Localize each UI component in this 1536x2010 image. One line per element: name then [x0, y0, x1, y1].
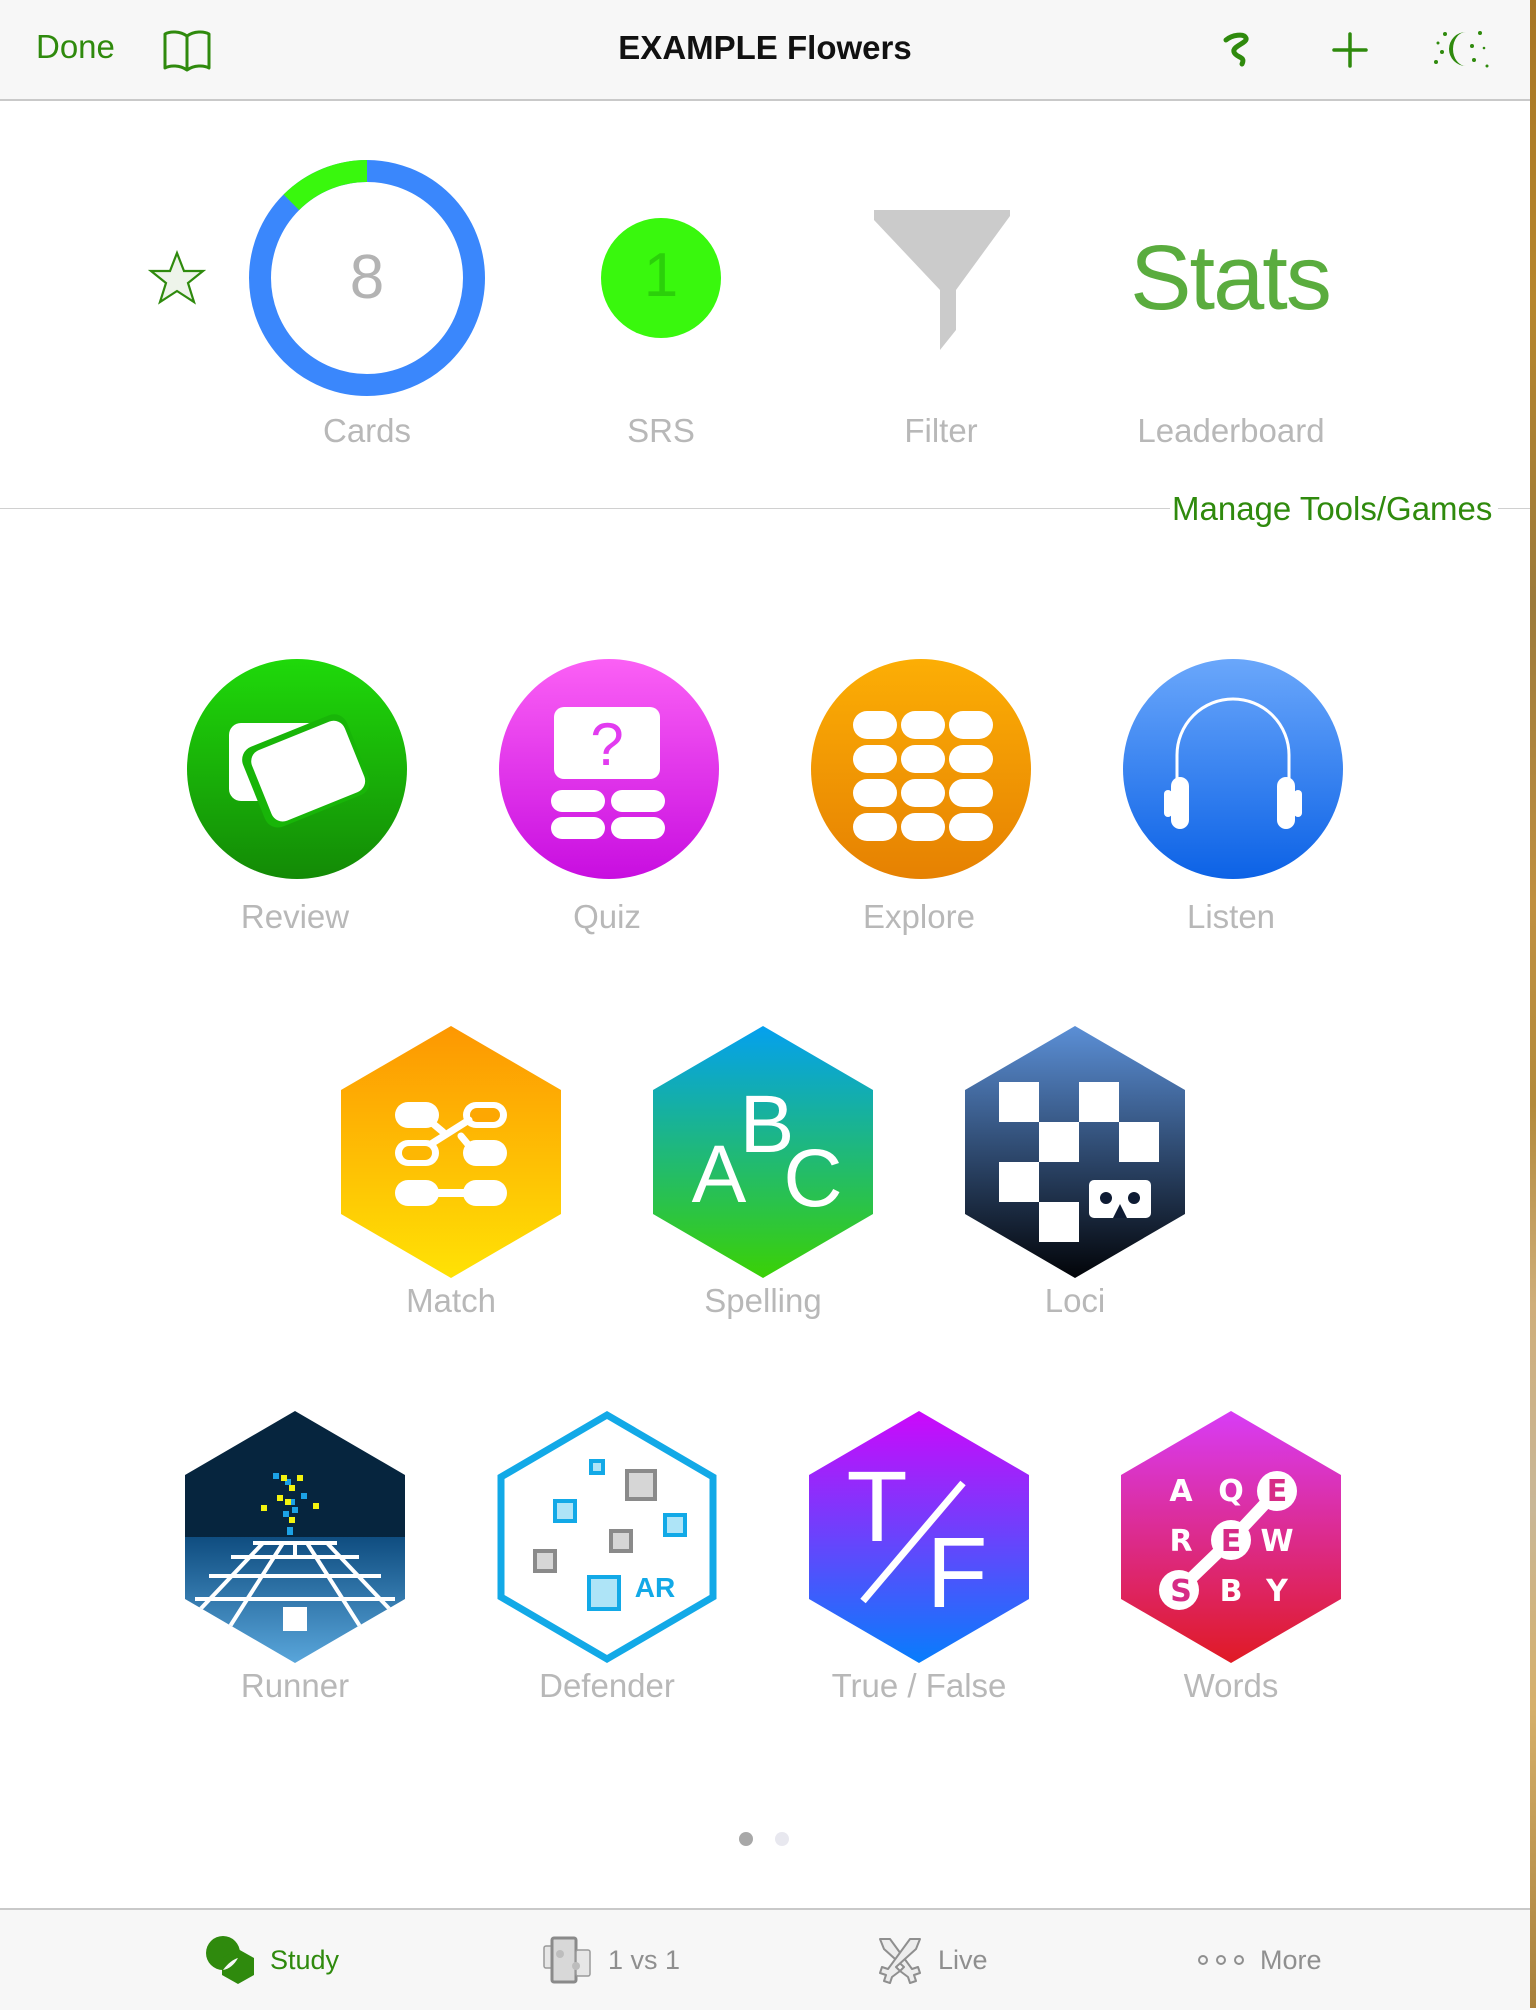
words-letter: Q — [1218, 1474, 1244, 1509]
page-dot[interactable] — [775, 1832, 789, 1846]
words-letter: W — [1260, 1524, 1293, 1559]
funnel-icon[interactable] — [872, 210, 1012, 350]
puzzle-icon — [543, 1936, 591, 1984]
tab-1vs1-label: 1 vs 1 — [608, 1944, 681, 1975]
window-edge-strip — [1530, 0, 1536, 2008]
explore-button[interactable] — [809, 657, 1033, 881]
spelling-letter: A — [692, 1129, 747, 1220]
cards-ring-button[interactable]: 8 — [249, 160, 485, 396]
divider — [1498, 508, 1530, 509]
words-grid-icon: A Q ER E WS B Y — [1121, 1411, 1341, 1663]
defender-label: Defender — [539, 1667, 675, 1704]
srs-label: SRS — [627, 412, 695, 449]
words-label: Words — [1183, 1667, 1279, 1704]
match-label: Match — [406, 1282, 496, 1319]
match-icon — [341, 1026, 561, 1278]
cards-label: Cards — [322, 412, 412, 449]
words-letter: Y — [1265, 1574, 1289, 1609]
words-letter: B — [1220, 1574, 1243, 1609]
cards-ring-srs-arc — [283, 160, 368, 211]
filter-label: Filter — [904, 412, 978, 449]
tab-more-label: More — [1260, 1944, 1322, 1975]
svg-text:?: ? — [590, 711, 623, 778]
spelling-letter: C — [783, 1133, 842, 1224]
spelling-label: Spelling — [704, 1282, 822, 1319]
spelling-button[interactable]: Runner A B C — [651, 1024, 875, 1280]
quiz-label: Quiz — [573, 898, 641, 935]
divider — [0, 508, 1170, 509]
words-letter: E — [1221, 1524, 1242, 1559]
match-button[interactable] — [339, 1024, 563, 1280]
headphones-icon — [1123, 659, 1343, 879]
review-cards-icon — [187, 659, 407, 879]
book-icon[interactable] — [162, 28, 212, 72]
srs-count: 1 — [643, 241, 679, 310]
review-label: Review — [240, 898, 350, 935]
words-letter: S — [1170, 1574, 1192, 1609]
tab-1vs1[interactable]: 1 vs 1 — [542, 1936, 680, 1984]
runner-icon — [185, 1411, 405, 1663]
tab-live[interactable]: Live — [876, 1936, 988, 1984]
true-false-icon: T F — [809, 1411, 1029, 1663]
quiz-button[interactable]: ? — [497, 657, 721, 881]
more-dots-icon — [1198, 1955, 1244, 1965]
spelling-abc-icon: Runner A B C — [653, 1026, 873, 1278]
true-false-label: True / False — [831, 1667, 1007, 1704]
defender-button[interactable]: AR — [495, 1409, 719, 1665]
done-button[interactable]: Done — [36, 28, 115, 66]
listen-label: Listen — [1186, 898, 1276, 935]
night-mode-icon[interactable] — [1430, 26, 1492, 72]
tab-more[interactable]: More — [1196, 1936, 1322, 1984]
crossed-swords-icon — [879, 1938, 921, 1984]
words-letter: E — [1267, 1474, 1288, 1509]
quiz-icon: ? — [499, 659, 719, 879]
explore-grid-icon — [811, 659, 1031, 879]
true-false-letter: T — [846, 1451, 907, 1563]
leaderboard-label: Leaderboard — [1137, 412, 1325, 449]
star-icon[interactable] — [147, 249, 207, 306]
squiggle-icon[interactable] — [1218, 30, 1262, 70]
tab-study[interactable]: Study — [204, 1936, 339, 1984]
page-dot-active[interactable] — [739, 1832, 753, 1846]
loci-button[interactable] — [963, 1024, 1187, 1280]
loci-label: Loci — [1044, 1282, 1106, 1319]
true-false-button[interactable]: T F — [807, 1409, 1031, 1665]
listen-button[interactable] — [1121, 657, 1345, 881]
cards-count: 8 — [349, 243, 385, 312]
page-title: EXAMPLE Flowers — [618, 29, 912, 66]
manage-tools-games-link[interactable]: Manage Tools/Games — [1172, 490, 1492, 528]
plus-icon[interactable] — [1328, 28, 1372, 72]
loci-vr-icon — [965, 1026, 1185, 1278]
words-letter: R — [1169, 1524, 1192, 1559]
words-letter: A — [1169, 1474, 1193, 1509]
explore-label: Explore — [863, 898, 975, 935]
study-icon — [206, 1936, 254, 1984]
runner-label: Runner — [240, 1667, 350, 1704]
review-button[interactable] — [185, 657, 409, 881]
ar-badge: AR — [635, 1572, 675, 1603]
defender-ar-icon: AR — [497, 1410, 717, 1664]
tab-live-label: Live — [938, 1944, 988, 1975]
runner-button[interactable] — [183, 1409, 407, 1665]
words-button[interactable]: AQEREWSBY — [1119, 1409, 1343, 1665]
tab-study-label: Study — [270, 1944, 340, 1975]
true-false-letter: F — [926, 1517, 987, 1629]
stats-button[interactable]: Stats — [1080, 226, 1380, 331]
